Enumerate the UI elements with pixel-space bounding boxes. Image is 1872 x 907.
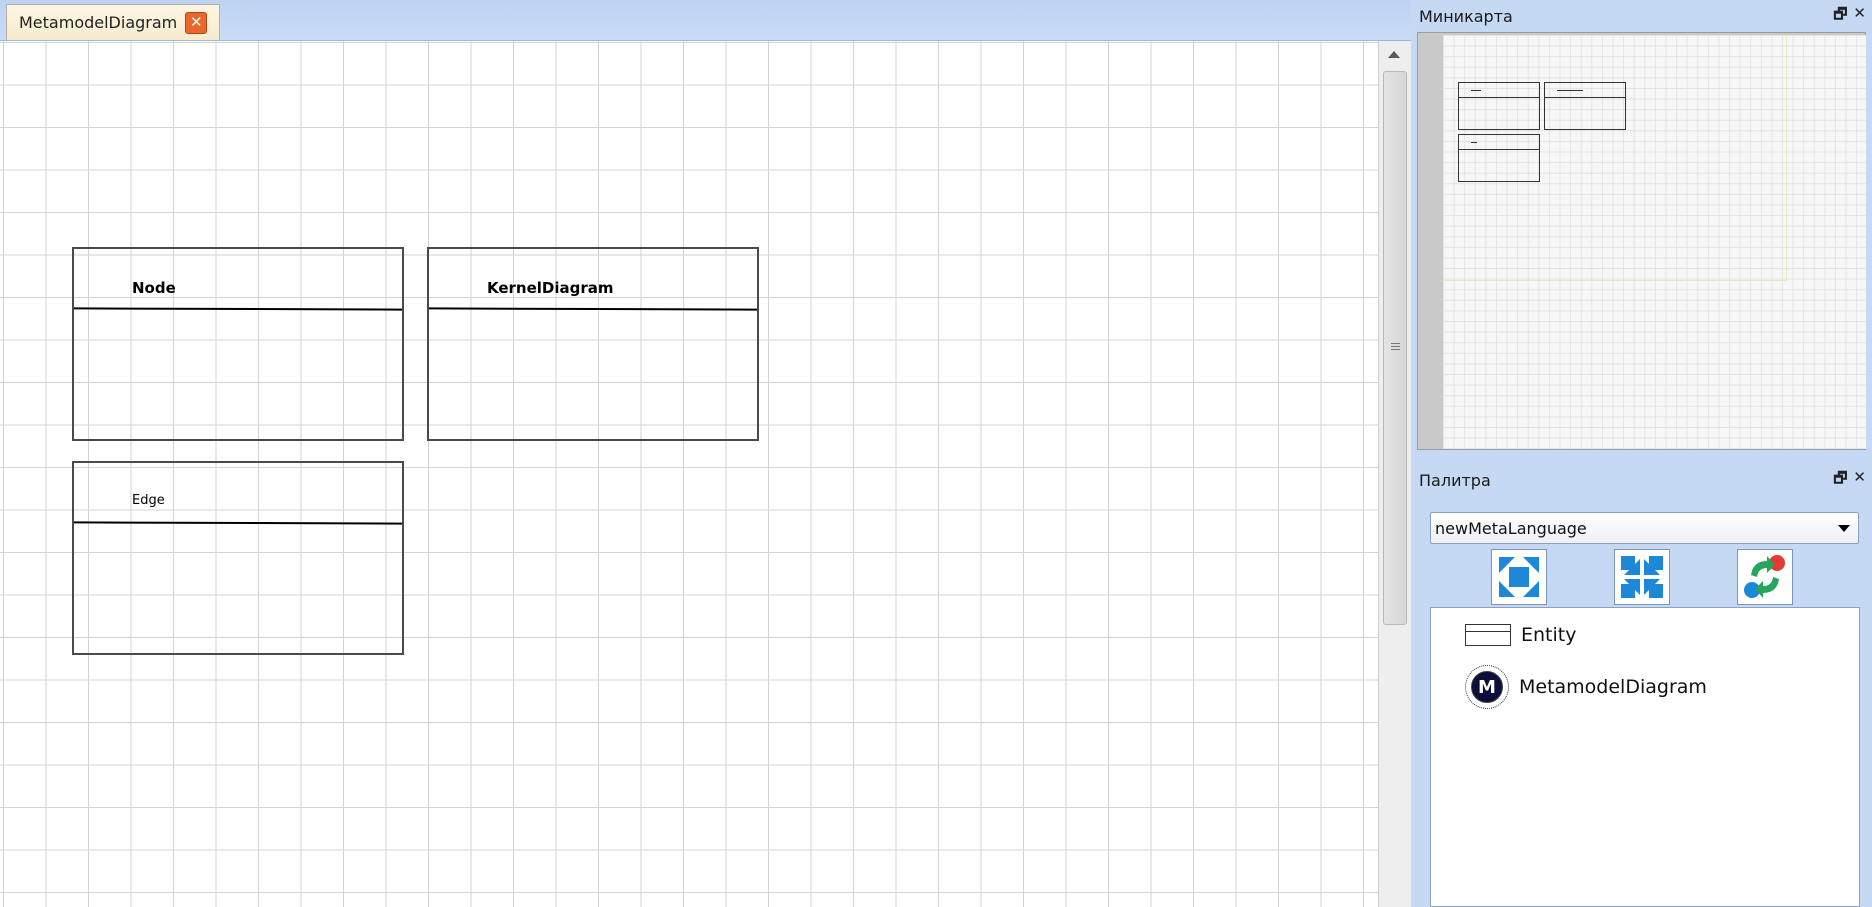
refresh-icon xyxy=(1741,553,1789,601)
metamodel-diagram-icon: M xyxy=(1465,665,1509,709)
entity-icon xyxy=(1465,624,1511,646)
minimap-canvas[interactable] xyxy=(1443,35,1866,449)
entity-name: Node xyxy=(132,279,176,297)
collapse-icon xyxy=(1618,553,1666,601)
entity-edge[interactable]: Edge xyxy=(72,461,404,655)
refresh-palette-button[interactable] xyxy=(1737,549,1793,605)
minimap[interactable] xyxy=(1417,32,1866,450)
scroll-grip-icon xyxy=(1391,343,1400,351)
collapse-all-button[interactable] xyxy=(1614,549,1670,605)
language-select[interactable]: newMetaLanguage xyxy=(1430,512,1859,544)
minimap-entity xyxy=(1458,134,1540,182)
close-icon[interactable]: ✕ xyxy=(1853,468,1866,493)
float-icon[interactable]: 🗗 xyxy=(1833,4,1847,29)
scrollbar-thumb[interactable] xyxy=(1383,71,1407,625)
palette-item-entity[interactable]: Entity xyxy=(1465,624,1576,646)
palette-item-metamodel-diagram[interactable]: M MetamodelDiagram xyxy=(1465,665,1707,709)
expand-icon xyxy=(1495,553,1543,601)
entity-divider xyxy=(74,521,402,525)
float-icon[interactable]: 🗗 xyxy=(1833,468,1847,493)
entity-kernel-diagram[interactable]: KernelDiagram xyxy=(427,247,759,441)
canvas-vertical-scrollbar[interactable] xyxy=(1378,41,1412,907)
chevron-down-icon xyxy=(1838,524,1850,532)
entity-name: Edge xyxy=(132,493,165,508)
entity-node[interactable]: Node xyxy=(72,247,404,441)
editor-tab-bar: MetamodelDiagram ✕ xyxy=(0,0,1411,41)
palette-item-label: MetamodelDiagram xyxy=(1519,676,1707,698)
entity-name: KernelDiagram xyxy=(487,279,614,297)
language-select-value: newMetaLanguage xyxy=(1435,518,1587,538)
minimap-entity xyxy=(1544,82,1626,130)
close-icon[interactable]: ✕ xyxy=(1853,4,1866,29)
expand-all-button[interactable] xyxy=(1491,549,1547,605)
scroll-up-arrow-icon[interactable] xyxy=(1388,51,1400,58)
diagram-canvas[interactable]: Node KernelDiagram Edge xyxy=(0,41,1378,907)
minimap-entity xyxy=(1458,82,1540,130)
tab-close-icon[interactable]: ✕ xyxy=(185,11,208,34)
palette-title: Палитра xyxy=(1419,470,1491,490)
palette-item-label: Entity xyxy=(1521,624,1577,646)
entity-divider xyxy=(429,307,757,311)
tab-label: MetamodelDiagram xyxy=(19,13,178,32)
metamodel-diagram-icon-letter: M xyxy=(1471,671,1503,703)
minimap-title: Миникарта xyxy=(1419,6,1513,26)
palette-list: Entity M MetamodelDiagram xyxy=(1430,607,1860,907)
palette-title-bar: Палитра 🗗 ✕ xyxy=(1411,464,1872,496)
right-dock: Миникарта 🗗 ✕ Палитра 🗗 ✕ newMetaLanguag… xyxy=(1411,0,1872,907)
minimap-title-bar: Миникарта 🗗 ✕ xyxy=(1411,0,1872,32)
tab-metamodel-diagram[interactable]: MetamodelDiagram ✕ xyxy=(6,4,221,40)
entity-divider xyxy=(74,307,402,311)
